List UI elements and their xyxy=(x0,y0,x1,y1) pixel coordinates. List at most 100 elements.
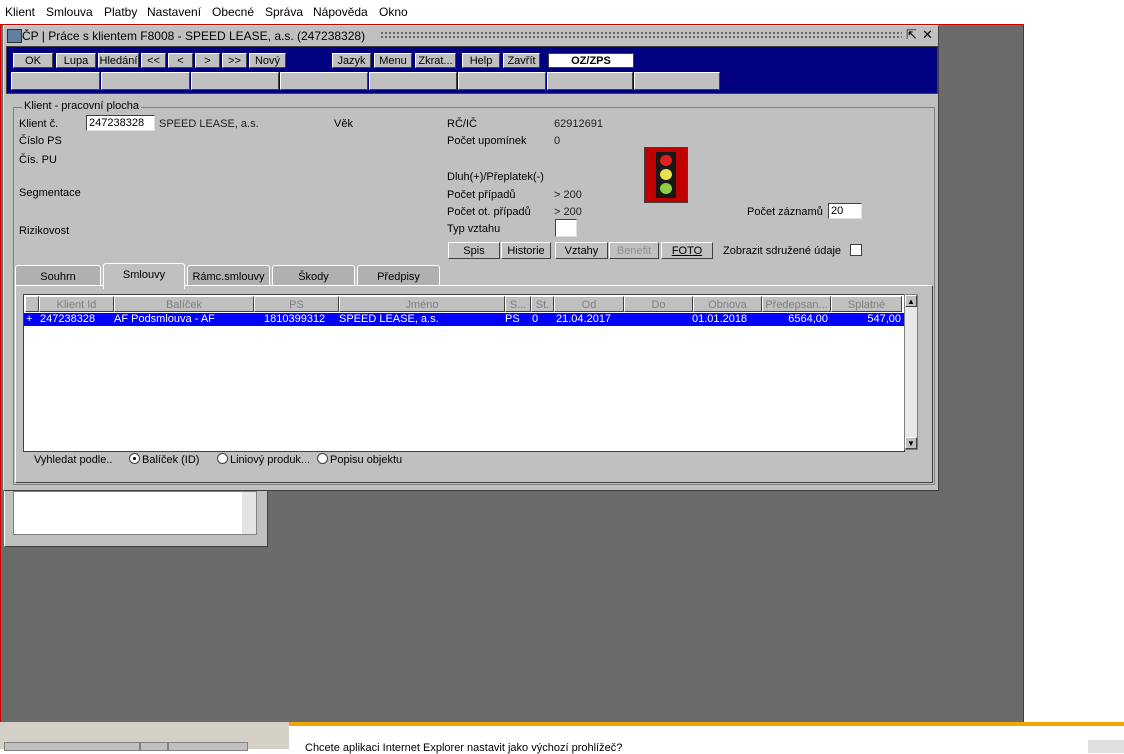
grid-header-ps[interactable]: PS xyxy=(254,296,339,312)
radio-liniovy[interactable] xyxy=(217,453,228,464)
grid-header-obnova[interactable]: Obnova xyxy=(693,296,762,312)
toolbar-slot-1[interactable] xyxy=(11,72,100,90)
close-icon[interactable]: ✕ xyxy=(920,27,935,43)
grid-header-do[interactable]: Do xyxy=(624,296,693,312)
cell-s: PS xyxy=(505,313,520,325)
client-group-label: Klient - pracovní plocha xyxy=(22,100,141,112)
window-title: ČP | Práce s klientem F8008 - SPEED LEAS… xyxy=(22,29,366,43)
prev-record-button[interactable]: < xyxy=(168,53,193,68)
grid-header-balicek[interactable]: Balíček xyxy=(114,296,254,312)
cell-st: 0 xyxy=(532,313,539,325)
menu-nastaveni[interactable]: Nastavení xyxy=(147,5,201,19)
scroll-down-icon[interactable]: ▼ xyxy=(905,437,917,449)
grid-scrollbar[interactable]: ▲ ▼ xyxy=(904,294,918,450)
benefit-button[interactable]: Benefit xyxy=(609,242,659,259)
menu-platby[interactable]: Platby xyxy=(104,5,137,19)
radio-popis-label: Popisu objektu xyxy=(330,454,403,466)
zavrit-button[interactable]: Zavřít xyxy=(503,53,540,68)
jazyk-button[interactable]: Jazyk xyxy=(332,53,371,68)
novy-button[interactable]: Nový xyxy=(249,53,286,68)
klient-c-input[interactable]: 247238328 xyxy=(86,115,155,131)
ok-button[interactable]: OK xyxy=(13,53,53,68)
task-slot-2[interactable] xyxy=(140,742,168,751)
scroll-up-icon[interactable]: ▲ xyxy=(905,295,917,307)
zkrat-button[interactable]: Zkrat... xyxy=(415,53,456,68)
klient-c-label: Klient č. xyxy=(19,118,59,130)
dluh-label: Dluh(+)/Přeplatek(-) xyxy=(447,171,544,183)
last-record-button[interactable]: >> xyxy=(222,53,247,68)
pocet-zaznamu-label: Počet záznamů xyxy=(747,206,823,218)
radio-liniovy-label: Liniový produk... xyxy=(230,454,311,466)
grid-header-st[interactable]: St. xyxy=(531,296,554,312)
maximize-icon[interactable]: ⇱ xyxy=(904,27,919,43)
vyhledat-label: Vyhledat podle.. xyxy=(34,454,113,466)
background-scrollbar[interactable] xyxy=(242,492,256,534)
task-slot-3[interactable] xyxy=(168,742,248,751)
vek-label: Věk xyxy=(334,118,353,130)
app-icon xyxy=(7,29,22,43)
tab-ramc-smlouvy[interactable]: Rámc.smlouvy xyxy=(187,265,270,287)
oz-zps-button[interactable]: OZ/ZPS xyxy=(548,53,634,68)
ot-pripadu-label: Počet ot. případů xyxy=(447,206,531,218)
grid-header-jmeno[interactable]: Jméno xyxy=(339,296,505,312)
client-window: ČP | Práce s klientem F8008 - SPEED LEAS… xyxy=(3,25,939,491)
grid-header-splatne[interactable]: Splatné xyxy=(831,296,902,312)
grid-header-s[interactable]: S... xyxy=(505,296,531,312)
toolbar-slot-4[interactable] xyxy=(280,72,368,90)
table-row[interactable]: + 247238328 AF Podsmlouva - AF 181039931… xyxy=(24,313,904,326)
radio-balicek[interactable] xyxy=(129,453,140,464)
ie-bar-button[interactable] xyxy=(1088,740,1124,753)
menu-button[interactable]: Menu xyxy=(374,53,412,68)
ie-bar-text: Chcete aplikaci Internet Explorer nastav… xyxy=(305,742,623,754)
tab-skody[interactable]: Škody xyxy=(272,265,355,287)
menu-napoveda[interactable]: Nápověda xyxy=(313,5,368,19)
toolbar-slot-2[interactable] xyxy=(101,72,190,90)
cell-predepsano: 6564,00 xyxy=(788,313,828,325)
menu-klient[interactable]: Klient xyxy=(5,5,35,19)
cis-pu-label: Čís. PU xyxy=(19,154,57,166)
foto-button[interactable]: FOTO xyxy=(661,242,713,259)
tab-smlouvy[interactable]: Smlouvy xyxy=(103,263,185,289)
toolbar-slot-5[interactable] xyxy=(369,72,457,90)
pripadu-label: Počet případů xyxy=(447,189,516,201)
cell-jmeno: SPEED LEASE, a.s. xyxy=(339,313,439,325)
window-titlebar[interactable]: ČP | Práce s klientem F8008 - SPEED LEAS… xyxy=(4,26,938,45)
sdruzene-checkbox[interactable] xyxy=(850,244,862,256)
grid-header-klient-id[interactable]: Klient Id xyxy=(39,296,114,312)
historie-button[interactable]: Historie xyxy=(501,242,551,259)
help-button[interactable]: Help xyxy=(462,53,500,68)
hledani-button[interactable]: Hledání xyxy=(98,53,139,68)
grid-header-od[interactable]: Od xyxy=(554,296,624,312)
row-marker: + xyxy=(26,313,33,325)
spis-button[interactable]: Spis xyxy=(448,242,500,259)
next-record-button[interactable]: > xyxy=(195,53,220,68)
menu-smlouva[interactable]: Smlouva xyxy=(46,5,93,19)
menu-okno[interactable]: Okno xyxy=(379,5,408,19)
tab-souhrn[interactable]: Souhrn xyxy=(15,265,101,287)
typ-vztahu-label: Typ vztahu xyxy=(447,223,501,235)
radio-balicek-label: Balíček (ID) xyxy=(142,454,200,466)
rizikovost-label: Rizikovost xyxy=(19,225,70,237)
toolbar-slot-8[interactable] xyxy=(634,72,720,90)
toolbar-slot-3[interactable] xyxy=(191,72,279,90)
vztahy-button[interactable]: Vztahy xyxy=(555,242,608,259)
task-slot-1[interactable] xyxy=(4,742,140,751)
cell-od: 21.04.2017 xyxy=(556,313,612,325)
toolbar-slot-6[interactable] xyxy=(458,72,546,90)
pocet-zaznamu-input[interactable]: 20 xyxy=(828,203,862,219)
lupa-button[interactable]: Lupa xyxy=(56,53,96,68)
menu-sprava[interactable]: Správa xyxy=(265,5,303,19)
radio-popis[interactable] xyxy=(317,453,328,464)
first-record-button[interactable]: << xyxy=(141,53,166,68)
titlebar-pattern xyxy=(380,31,902,40)
bottom-strip: Chcete aplikaci Internet Explorer nastav… xyxy=(0,722,1124,754)
menu-obecne[interactable]: Obecné xyxy=(212,5,254,19)
rc-ic-label: RČ/IČ xyxy=(447,118,477,130)
green-light-icon xyxy=(660,183,672,194)
segmentace-label: Segmentace xyxy=(19,187,81,199)
typ-vztahu-input[interactable] xyxy=(555,219,577,237)
tab-predpisy[interactable]: Předpisy xyxy=(357,265,440,287)
grid-header-marker xyxy=(25,296,39,312)
toolbar-slot-7[interactable] xyxy=(547,72,633,90)
grid-header-predepsano[interactable]: Předepsan... xyxy=(762,296,831,312)
